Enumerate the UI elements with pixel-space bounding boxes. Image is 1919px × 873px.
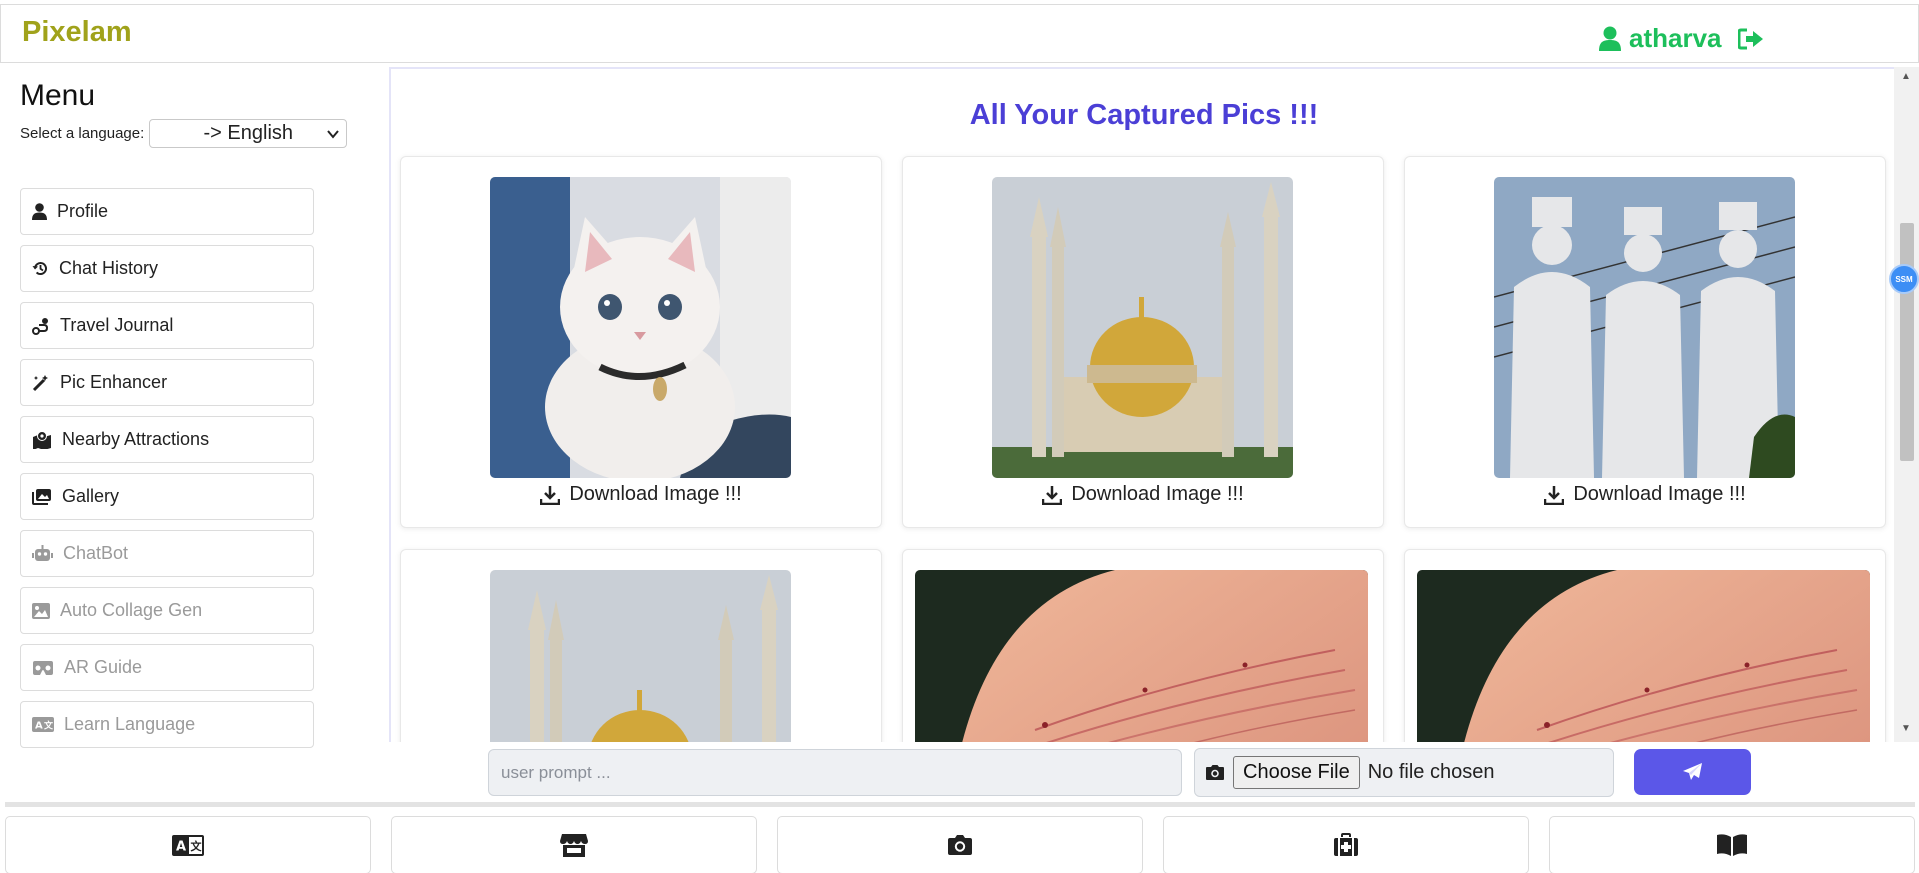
scroll-down-arrow[interactable]: ▼ (1901, 723, 1911, 734)
sidebar-item-nearby-attractions[interactable]: Nearby Attractions (20, 416, 314, 463)
sidebar-item-label: Travel Journal (60, 315, 174, 335)
bottom-tab-store[interactable] (391, 816, 757, 873)
gallery-card: Download Image !!! (902, 156, 1384, 528)
sidebar-item-label: ChatBot (63, 543, 129, 563)
sidebar-item-gallery[interactable]: Gallery (20, 473, 314, 520)
svg-text:文: 文 (191, 839, 203, 853)
gallery-card (1404, 549, 1886, 742)
chevron-down-icon (327, 130, 340, 139)
sidebar-item-label: Profile (57, 201, 109, 221)
language-select[interactable]: -> English (149, 119, 348, 148)
sidebar-item-ar-guide[interactable]: AR Guide (20, 644, 314, 691)
download-button[interactable]: Download Image !!! (1405, 483, 1885, 506)
camera-icon (948, 835, 972, 855)
download-label: Download Image !!! (569, 483, 742, 505)
language-icon: A文 (172, 834, 204, 856)
sidebar-item-pic-enhancer[interactable]: Pic Enhancer (20, 359, 314, 406)
sidebar-item-label: Pic Enhancer (60, 372, 168, 392)
sidebar-item-label: Chat History (59, 258, 159, 278)
bottom-tab-book[interactable] (1549, 816, 1915, 873)
sidebar-item-label: Gallery (62, 486, 120, 506)
gallery-card (400, 549, 882, 742)
scrollbar-thumb[interactable] (1900, 223, 1914, 461)
sidebar-nav: Profile Chat History Travel Journal Pic … (20, 188, 314, 758)
language-label: Select a language: (20, 125, 145, 142)
mosque-photo (992, 177, 1293, 478)
user-icon (1599, 26, 1621, 51)
sidebar-item-travel-journal[interactable]: Travel Journal (20, 302, 314, 349)
robot-icon (32, 545, 53, 561)
file-status: No file chosen (1367, 761, 1495, 783)
route-icon (32, 317, 49, 335)
logout-icon[interactable] (1737, 28, 1764, 50)
page-title: All Your Captured Pics !!! (969, 99, 1319, 131)
store-icon (560, 833, 588, 857)
download-icon (1042, 485, 1063, 505)
bottom-tab-language[interactable]: A文 (5, 816, 371, 873)
svg-text:文: 文 (43, 720, 54, 732)
gallery-pane: All Your Captured Pics !!! Download Imag… (389, 67, 1919, 742)
language-value: -> English (203, 122, 294, 144)
username[interactable]: atharva (1629, 23, 1722, 54)
user-icon (32, 203, 47, 220)
mosque-photo (490, 570, 791, 742)
skin-photo (1417, 570, 1870, 742)
kitten-photo (490, 177, 791, 478)
medkit-icon (1334, 833, 1358, 856)
sidebar-item-label: Nearby Attractions (62, 429, 210, 449)
choose-file-button[interactable]: Choose File (1233, 756, 1360, 789)
paper-plane-icon (1682, 763, 1702, 780)
scroll-up-arrow[interactable]: ▲ (1901, 71, 1911, 82)
brand-logo[interactable]: Pixelam (22, 16, 132, 49)
send-button[interactable] (1634, 749, 1751, 795)
download-icon (1544, 485, 1565, 505)
download-icon (540, 485, 561, 505)
download-label: Download Image !!! (1071, 483, 1244, 505)
gallery-card: Download Image !!! (1404, 156, 1886, 528)
sidebar-item-label: Learn Language (64, 714, 196, 734)
sidebar-item-chat-history[interactable]: Chat History (20, 245, 314, 292)
map-location-icon (33, 430, 51, 449)
svg-text:A: A (176, 839, 186, 854)
sidebar-item-chatbot[interactable]: ChatBot (20, 530, 314, 577)
sidebar-item-auto-collage-gen[interactable]: Auto Collage Gen (20, 587, 314, 634)
camera-icon (1206, 765, 1224, 780)
image-icon (32, 602, 50, 619)
ssm-extension-badge[interactable]: SSM (1889, 264, 1919, 294)
gallery-card (902, 549, 1384, 742)
sidebar-item-label: AR Guide (64, 657, 143, 677)
sidebar-item-label: Auto Collage Gen (60, 600, 203, 620)
download-button[interactable]: Download Image !!! (903, 483, 1383, 506)
skin-photo (915, 570, 1368, 742)
download-label: Download Image !!! (1573, 483, 1746, 505)
language-row: Select a language: -> English (20, 119, 348, 148)
user-menu: atharva (1599, 23, 1764, 54)
bottom-tab-medkit[interactable] (1163, 816, 1529, 873)
download-button[interactable]: Download Image !!! (401, 483, 881, 506)
book-open-icon (1717, 834, 1747, 856)
footer-divider (5, 802, 1915, 807)
sidebar-item-learn-language[interactable]: A文 Learn Language (20, 701, 314, 748)
top-header: Pixelam atharva (0, 4, 1919, 63)
statues-photo (1494, 177, 1795, 478)
svg-text:A: A (35, 721, 43, 732)
user-prompt-input[interactable]: user prompt ... (488, 749, 1182, 796)
bottom-tab-camera[interactable] (777, 816, 1143, 873)
history-icon (32, 262, 47, 275)
sidebar-item-profile[interactable]: Profile (20, 188, 314, 235)
vr-cardboard-icon (33, 660, 53, 675)
language-icon: A文 (32, 717, 54, 732)
images-icon (32, 489, 51, 505)
menu-title: Menu (20, 79, 96, 112)
file-upload[interactable]: Choose File No file chosen (1194, 748, 1614, 797)
magic-wand-icon (32, 374, 48, 391)
vertical-scrollbar[interactable]: ▲ ▼ (1894, 67, 1919, 742)
gallery-card: Download Image !!! (400, 156, 882, 528)
sidebar: Menu Select a language: -> English Profi… (0, 63, 388, 803)
